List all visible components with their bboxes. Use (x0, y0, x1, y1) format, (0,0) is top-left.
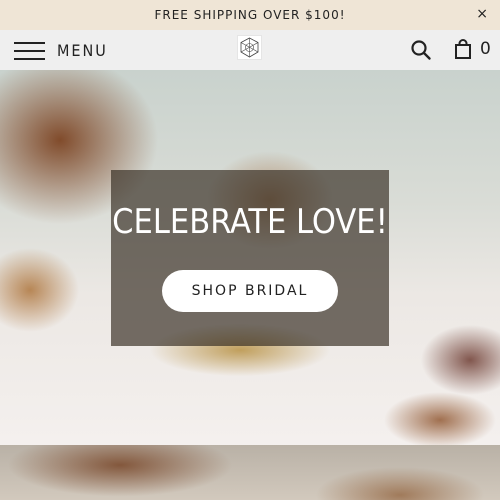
cart-button[interactable]: 0 (454, 37, 491, 61)
hamburger-icon (14, 40, 45, 60)
search-icon (411, 40, 431, 60)
shopping-bag-icon (455, 39, 471, 59)
announcement-text: FREE SHIPPING OVER $100! (154, 8, 346, 22)
close-icon[interactable]: × (476, 6, 488, 22)
hero-title: CELEBRATE LOVE! (112, 202, 388, 242)
search-button[interactable] (410, 39, 432, 61)
cart-count: 0 (480, 39, 491, 59)
geometric-logo-icon (240, 37, 259, 58)
next-hero-image (0, 445, 500, 500)
hero-overlay-panel: CELEBRATE LOVE! SHOP BRIDAL (111, 170, 389, 346)
site-logo[interactable] (237, 35, 262, 60)
menu-label: MENU (57, 40, 108, 60)
announcement-bar: FREE SHIPPING OVER $100! × (0, 0, 500, 30)
shop-bridal-button[interactable]: SHOP BRIDAL (162, 270, 338, 312)
hero-banner[interactable]: CELEBRATE LOVE! SHOP BRIDAL (0, 70, 500, 445)
menu-button[interactable]: MENU (14, 38, 108, 62)
